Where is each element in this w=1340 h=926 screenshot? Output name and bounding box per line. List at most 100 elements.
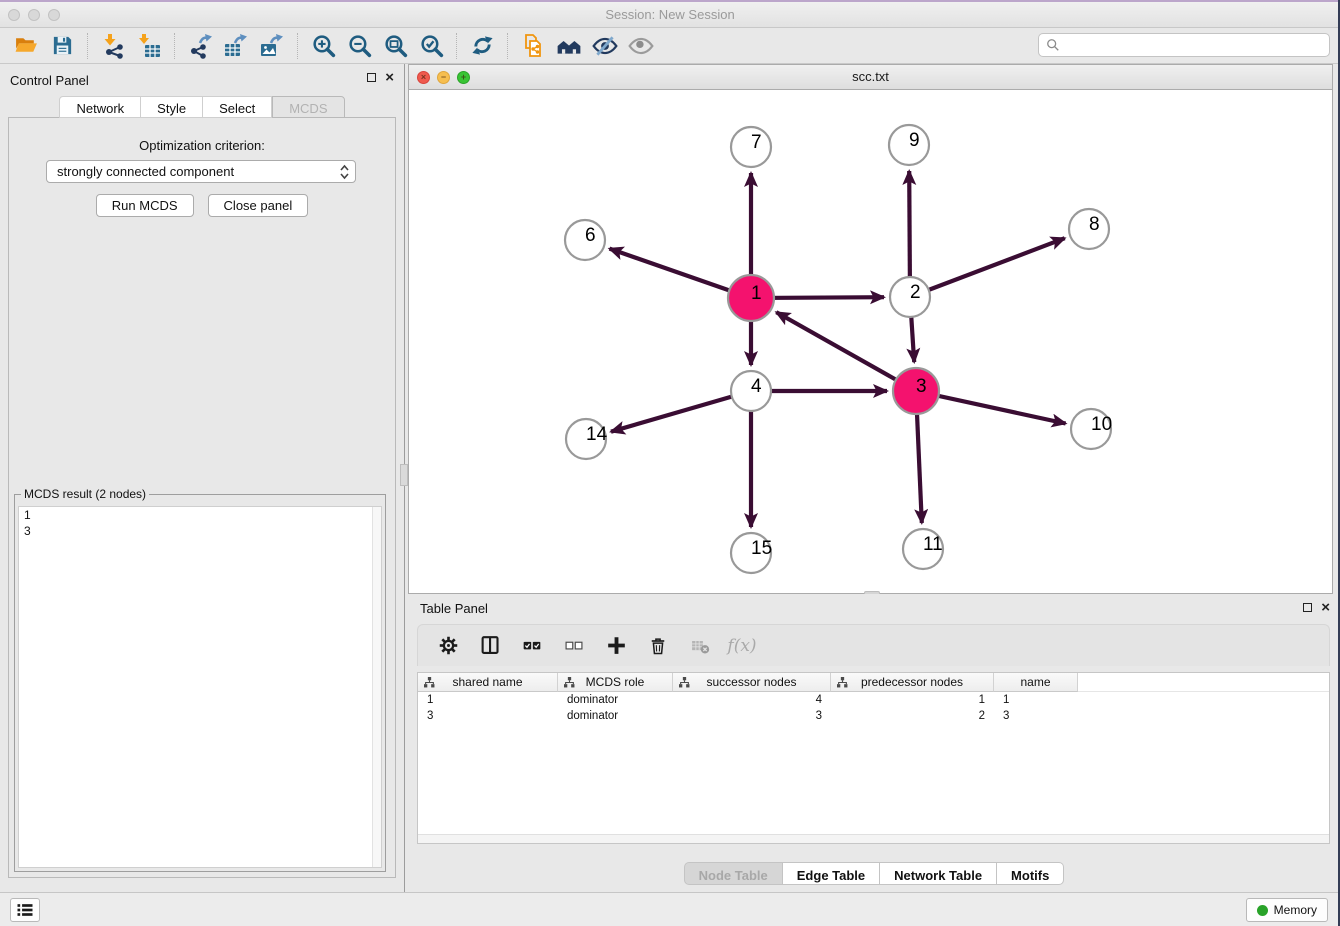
save-session-button[interactable]: [44, 31, 80, 61]
zoom-fit-button[interactable]: [377, 31, 413, 61]
table-panel-header: Table Panel ×: [408, 594, 1340, 620]
node-9[interactable]: 9: [889, 125, 929, 165]
cell-predecessor-nodes[interactable]: 1: [831, 692, 994, 708]
add-column-button[interactable]: [602, 632, 630, 660]
cell-successor-nodes[interactable]: 4: [673, 692, 831, 708]
export-image-button[interactable]: [254, 31, 290, 61]
refresh-icon: [470, 33, 495, 58]
hide-selected-button[interactable]: [587, 31, 623, 61]
tab-network-table[interactable]: Network Table: [880, 862, 997, 885]
new-network-from-selection-icon: [520, 33, 546, 59]
eye-icon: [628, 33, 654, 59]
node-table-body: 1dominator4113dominator323: [418, 692, 1329, 724]
columns-icon: [480, 635, 501, 656]
cell-shared-name[interactable]: 3: [418, 708, 558, 724]
node-14[interactable]: 14: [566, 419, 608, 459]
column-header-successor-nodes[interactable]: successor nodes: [673, 673, 831, 692]
node-15[interactable]: 15: [731, 533, 772, 573]
window-title: Session: New Session: [0, 7, 1340, 22]
run-mcds-button[interactable]: Run MCDS: [96, 194, 194, 217]
tab-select[interactable]: Select: [203, 96, 272, 118]
column-header-predecessor-nodes[interactable]: predecessor nodes: [831, 673, 994, 692]
close-panel-icon[interactable]: ×: [385, 73, 394, 82]
export-table-button[interactable]: [218, 31, 254, 61]
attribute-type-icon: [837, 677, 848, 688]
node-6[interactable]: 6: [565, 220, 605, 260]
delete-table-icon: [690, 636, 710, 656]
show-columns-button[interactable]: [476, 632, 504, 660]
tab-mcds[interactable]: MCDS: [272, 96, 344, 118]
tab-network[interactable]: Network: [59, 96, 141, 118]
column-header-shared-name[interactable]: shared name: [418, 673, 558, 692]
control-panel-tabs: NetworkStyleSelectMCDS: [0, 96, 404, 118]
export-network-button[interactable]: [182, 31, 218, 61]
open-file-button[interactable]: [8, 31, 44, 61]
node-table: shared nameMCDS rolesuccessor nodesprede…: [417, 672, 1330, 844]
memory-button[interactable]: Memory: [1246, 898, 1328, 922]
column-header-mcds-role[interactable]: MCDS role: [558, 673, 673, 692]
network-view-window: × − + scc.txt 7 9 6 8 1 2 4 3 14 10 15 11: [408, 64, 1333, 594]
close-panel-button[interactable]: Close panel: [208, 194, 309, 217]
network-window-titlebar[interactable]: × − + scc.txt: [409, 65, 1332, 90]
function-builder-button: f(x): [728, 632, 756, 660]
houses-icon: [556, 33, 582, 59]
attribute-type-icon: [424, 677, 435, 688]
tab-node-table[interactable]: Node Table: [684, 862, 783, 885]
table-hscrollbar[interactable]: [418, 834, 1329, 843]
cell-name[interactable]: 3: [994, 708, 1078, 724]
network-graph[interactable]: 7 9 6 8 1 2 4 3 14 10 15 11: [409, 90, 1332, 593]
float-table-panel-icon[interactable]: [1303, 603, 1312, 612]
tab-motifs[interactable]: Motifs: [997, 862, 1064, 885]
search-input[interactable]: [1065, 35, 1329, 55]
cell-successor-nodes[interactable]: 3: [673, 708, 831, 724]
node-4[interactable]: 4: [731, 371, 771, 411]
node-11[interactable]: 11: [903, 529, 943, 569]
import-network-button[interactable]: [95, 31, 131, 61]
dropdown-spinner-icon: [340, 164, 349, 180]
select-all-rows-button[interactable]: [518, 632, 546, 660]
new-network-from-selection-button[interactable]: [515, 31, 551, 61]
cell-name[interactable]: 1: [994, 692, 1078, 708]
close-table-panel-icon[interactable]: ×: [1321, 603, 1330, 612]
divider-grip[interactable]: [400, 464, 408, 486]
zoom-out-button[interactable]: [341, 31, 377, 61]
deselect-all-rows-button[interactable]: [560, 632, 588, 660]
node-8[interactable]: 8: [1069, 209, 1109, 249]
search-icon: [1046, 38, 1060, 52]
zoom-selected-button[interactable]: [413, 31, 449, 61]
cell-predecessor-nodes[interactable]: 2: [831, 708, 994, 724]
first-neighbors-button[interactable]: [551, 31, 587, 61]
cell-shared-name[interactable]: 1: [418, 692, 558, 708]
control-panel-header: Control Panel ×: [0, 64, 404, 96]
node-2[interactable]: 2: [890, 277, 930, 317]
result-scrollbar[interactable]: [372, 507, 381, 867]
delete-column-button[interactable]: [644, 632, 672, 660]
node-1[interactable]: 1: [728, 275, 774, 321]
column-header-name[interactable]: name: [994, 673, 1078, 692]
toolbar-separator: [87, 33, 88, 59]
float-panel-icon[interactable]: [367, 73, 376, 82]
table-row[interactable]: 3dominator323: [418, 708, 1329, 724]
zoom-in-button[interactable]: [305, 31, 341, 61]
task-list-icon: [15, 900, 35, 920]
apply-layout-button[interactable]: [464, 31, 500, 61]
svg-text:8: 8: [1089, 214, 1100, 235]
show-all-button[interactable]: [623, 31, 659, 61]
criterion-dropdown[interactable]: strongly connected component: [46, 160, 356, 183]
mcds-result-area[interactable]: 13: [18, 506, 382, 868]
tab-style[interactable]: Style: [141, 96, 203, 118]
edge-2-8[interactable]: [910, 238, 1065, 297]
table-settings-button[interactable]: [434, 632, 462, 660]
tab-edge-table[interactable]: Edge Table: [783, 862, 880, 885]
cell-mcds-role[interactable]: dominator: [558, 692, 673, 708]
export-network-icon: [187, 33, 213, 59]
node-10[interactable]: 10: [1071, 409, 1112, 449]
task-history-button[interactable]: [10, 898, 40, 922]
edge-4-14[interactable]: [611, 391, 751, 432]
cell-mcds-role[interactable]: dominator: [558, 708, 673, 724]
node-7[interactable]: 7: [731, 127, 771, 167]
import-table-button[interactable]: [131, 31, 167, 61]
table-row[interactable]: 1dominator411: [418, 692, 1329, 708]
node-3[interactable]: 3: [893, 368, 939, 414]
table-panel-title: Table Panel: [420, 601, 488, 616]
